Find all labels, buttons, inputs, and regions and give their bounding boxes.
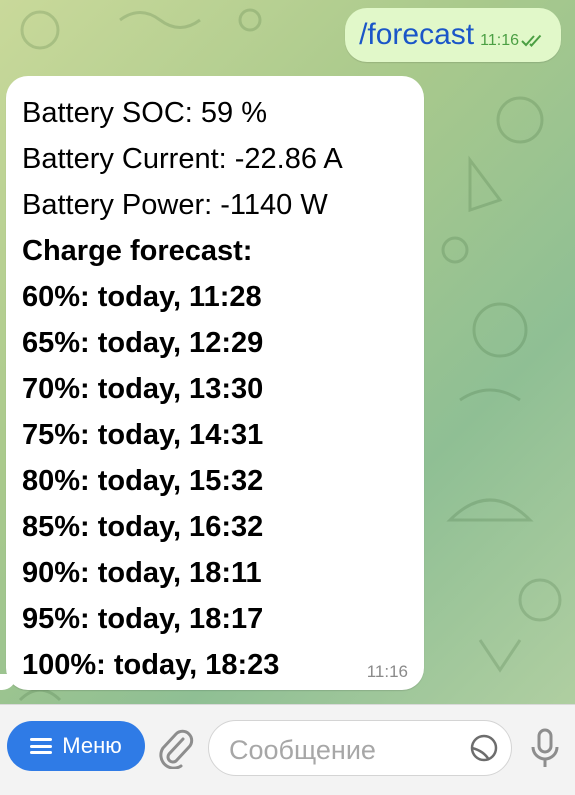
- message-line: 95%: today, 18:17: [22, 603, 264, 635]
- message-input-bar: Меню: [0, 704, 575, 795]
- incoming-message-time: 11:16: [366, 662, 408, 681]
- message-line: 85%: today, 16:32: [22, 511, 264, 543]
- message-line: 70%: today, 13:30: [22, 373, 264, 405]
- message-line: 90%: today, 18:11: [22, 557, 262, 589]
- incoming-message-bubble[interactable]: Battery SOC: 59 % Battery Current: -22.8…: [0, 76, 424, 690]
- chat-area[interactable]: /forecast 11:16 Battery SOC: 59 % Batter…: [0, 0, 575, 705]
- message-line: 60%: today, 11:28: [22, 281, 262, 313]
- bot-menu-label: Меню: [62, 733, 122, 758]
- message-line: 65%: today, 12:29: [22, 327, 264, 359]
- microphone-icon[interactable]: [528, 727, 562, 771]
- double-check-icon: [521, 34, 542, 47]
- message-line: Battery Power: -1140 W: [22, 189, 328, 221]
- message-line: Charge forecast:: [22, 235, 253, 267]
- command-link[interactable]: /forecast: [359, 18, 474, 52]
- message-line: 80%: today, 15:32: [22, 465, 264, 497]
- message-line: Battery SOC: 59 %: [22, 97, 267, 129]
- message-line: Battery Current: -22.86 A: [22, 143, 343, 175]
- outgoing-message-bubble[interactable]: /forecast 11:16: [345, 8, 561, 62]
- outgoing-message-meta: 11:16: [480, 32, 547, 50]
- paperclip-icon[interactable]: [156, 727, 194, 769]
- menu-icon: [30, 738, 53, 754]
- message-field[interactable]: [208, 720, 512, 776]
- message-input[interactable]: [227, 729, 461, 771]
- bot-menu-button[interactable]: Меню: [7, 721, 145, 771]
- outgoing-message-time: 11:16: [480, 32, 519, 49]
- message-line: 100%: today, 18:23: [22, 649, 280, 681]
- sticker-icon[interactable]: [469, 733, 499, 763]
- message-line: 75%: today, 14:31: [22, 419, 264, 451]
